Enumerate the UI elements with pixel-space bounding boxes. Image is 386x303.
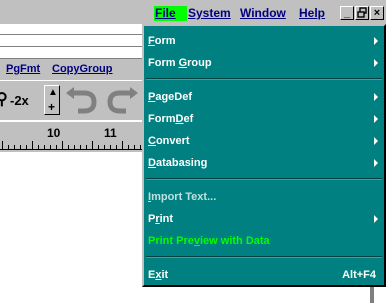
ruler-tick [32, 141, 33, 149]
ruler-tick [2, 141, 3, 149]
ruler-mark: 10 [47, 126, 61, 140]
ruler-tick [62, 141, 63, 149]
ruler-tick [140, 145, 141, 149]
ruler-tick [8, 145, 9, 149]
ruler-tick [74, 145, 75, 149]
undo-button[interactable] [64, 85, 100, 115]
up-arrow-icon: ▲ [48, 87, 58, 98]
tab-pgfmt[interactable]: PgFmt [6, 63, 40, 75]
menu-window[interactable]: Window [238, 6, 295, 21]
divider [0, 34, 152, 35]
menu-help[interactable]: Help [297, 6, 329, 21]
menu-separator [146, 78, 382, 80]
menu-item-import-text[interactable]: Import Text... [148, 188, 380, 206]
menu-item-form-group[interactable]: Form Group [148, 54, 380, 72]
zoom-button[interactable]: ⚲ -2x [0, 85, 40, 115]
zoom-label: -2x [10, 93, 29, 108]
menu-item-exit[interactable]: Exit Alt+F4 [148, 266, 380, 284]
menu-item-databasing[interactable]: Databasing [148, 154, 380, 172]
ruler-tick [86, 145, 87, 149]
restore-button[interactable] [355, 6, 369, 20]
ruler-tick [44, 145, 45, 149]
menu-item-form[interactable]: Form [148, 32, 380, 50]
ruler-tick [110, 145, 111, 149]
plus-icon: + [48, 100, 56, 114]
submenu-arrow-icon [374, 37, 378, 45]
submenu-arrow-icon [374, 115, 378, 123]
menu-item-print[interactable]: Print [148, 210, 380, 228]
magnifier-icon: ⚲ [0, 91, 8, 108]
close-button[interactable]: × [370, 6, 384, 20]
menu-file[interactable]: File [154, 6, 187, 21]
submenu-arrow-icon [374, 215, 378, 223]
submenu-arrow-icon [374, 137, 378, 145]
menu-item-print-preview[interactable]: Print Preview with Data [148, 232, 380, 250]
scrollbar-thumb[interactable] [370, 287, 374, 303]
submenu-arrow-icon [374, 93, 378, 101]
ruler-tick [98, 145, 99, 149]
toolbar: ⚲ -2x ▲ + [0, 80, 152, 120]
divider [0, 46, 152, 47]
tab-copygroup[interactable]: CopyGroup [52, 63, 113, 75]
ruler-tick [38, 145, 39, 149]
ruler-tick [104, 145, 105, 149]
minimize-button[interactable]: _ [340, 6, 354, 20]
exit-accelerator: Alt+F4 [342, 269, 376, 281]
ruler-tick [20, 145, 21, 149]
submenu-arrow-icon [374, 159, 378, 167]
ruler-tick [116, 145, 117, 149]
menu-bar: File System Window Help _ × [0, 0, 386, 24]
ruler-tick [56, 145, 57, 149]
file-menu: Form Form Group PageDef FormDef Convert … [142, 24, 386, 287]
redo-icon [107, 87, 138, 114]
restore-icon [357, 7, 367, 18]
menu-system[interactable]: System [186, 6, 238, 21]
zoom-stepper[interactable]: ▲ + [44, 85, 60, 115]
ruler-tick [122, 141, 123, 149]
ruler-ticks [0, 140, 152, 150]
ruler-tick [92, 141, 93, 149]
menu-separator [146, 256, 382, 258]
menu-item-pagedef[interactable]: PageDef [148, 88, 380, 106]
ruler-tick [128, 145, 129, 149]
submenu-arrow-icon [374, 59, 378, 67]
menu-item-formdef[interactable]: FormDef [148, 110, 380, 128]
ruler-tick [134, 145, 135, 149]
undo-icon [66, 87, 97, 114]
ruler: 10 11 [0, 122, 152, 152]
ruler-tick [14, 145, 15, 149]
menu-separator [146, 178, 382, 180]
ruler-tick [68, 145, 69, 149]
ruler-tick [50, 145, 51, 149]
menu-item-convert[interactable]: Convert [148, 132, 380, 150]
ruler-tick [80, 145, 81, 149]
ruler-mark: 11 [104, 126, 117, 140]
ruler-tick [26, 145, 27, 149]
object-tabs: PgFmt CopyGroup [0, 58, 152, 80]
redo-button[interactable] [104, 85, 140, 115]
